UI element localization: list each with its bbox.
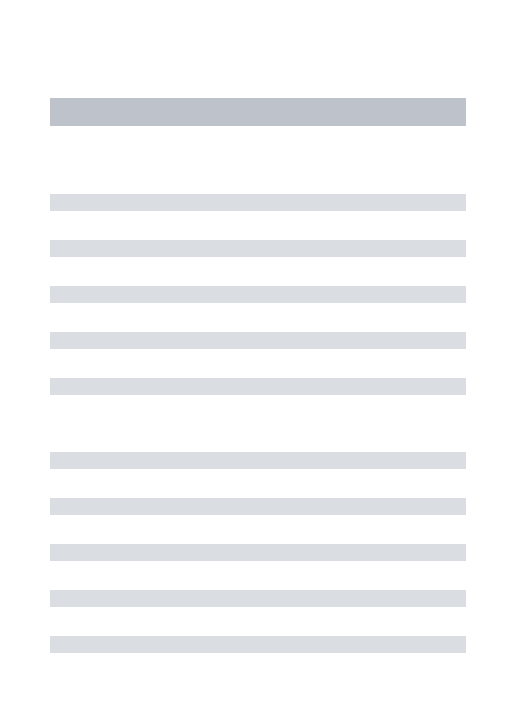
skeleton-line [50, 378, 466, 395]
skeleton-header [50, 98, 466, 126]
skeleton-section-2 [50, 452, 466, 653]
section-gap [50, 424, 466, 452]
skeleton-line [50, 544, 466, 561]
skeleton-line [50, 332, 466, 349]
skeleton-line [50, 452, 466, 469]
skeleton-line [50, 194, 466, 211]
skeleton-line [50, 636, 466, 653]
skeleton-line [50, 240, 466, 257]
skeleton-line [50, 590, 466, 607]
skeleton-line [50, 286, 466, 303]
skeleton-line [50, 498, 466, 515]
skeleton-section-1 [50, 194, 466, 395]
